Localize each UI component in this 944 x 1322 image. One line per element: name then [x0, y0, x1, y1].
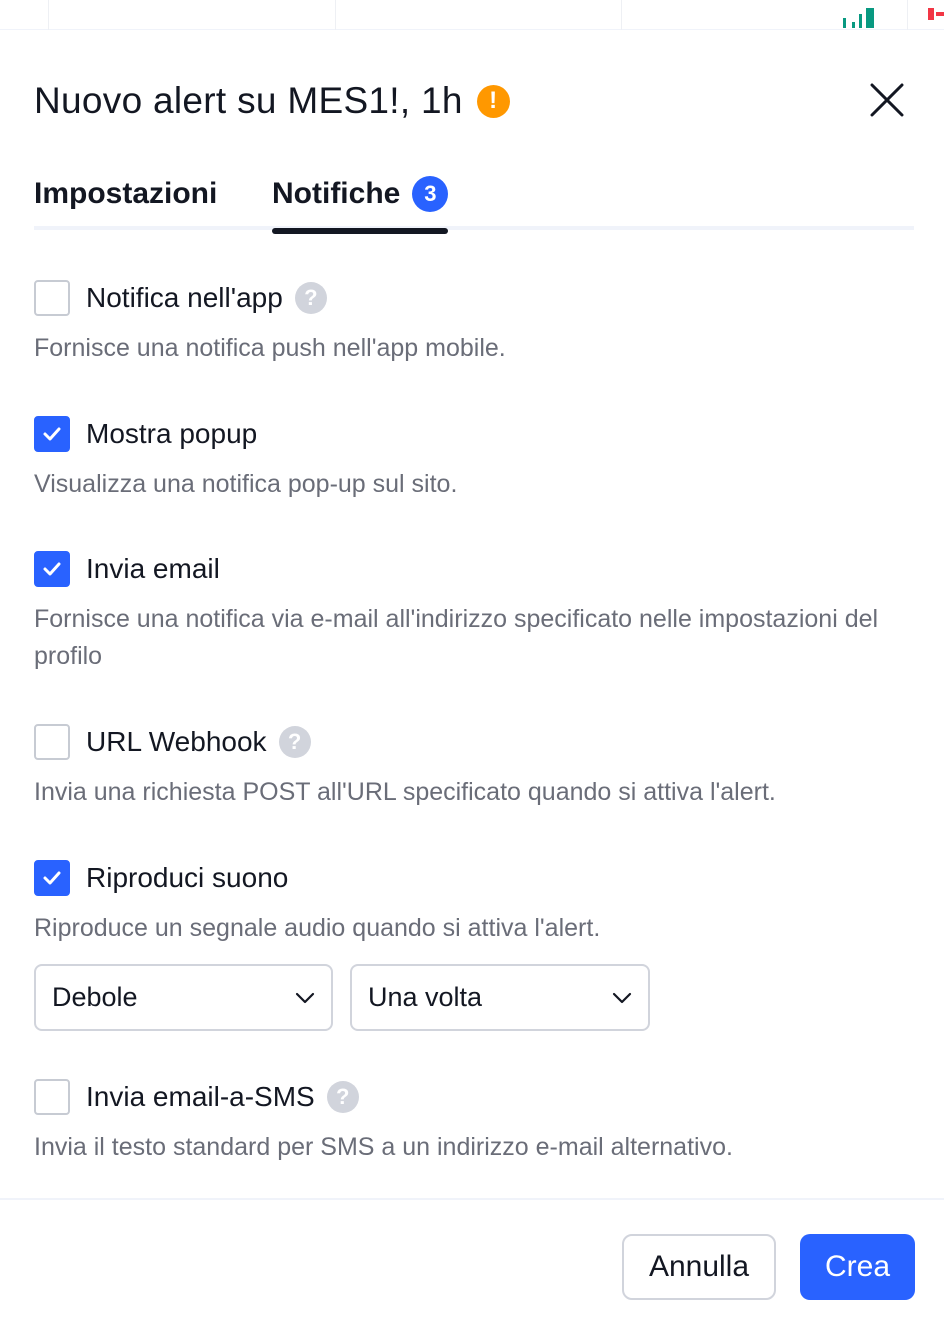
tab-bar: Impostazioni Notifiche 3: [34, 160, 914, 234]
option-label: Riproduci suono: [86, 862, 289, 893]
tab-impostazioni[interactable]: Impostazioni: [34, 170, 217, 218]
tab-label: Notifiche: [272, 177, 401, 210]
option-description: Invia il testo standard per SMS a un ind…: [34, 1133, 733, 1161]
chart-candle: [936, 12, 944, 16]
checkmark-icon: [43, 427, 61, 441]
email-to-sms-checkbox[interactable]: [34, 1079, 70, 1115]
send-email-checkbox[interactable]: [34, 551, 70, 587]
chart-candle: [866, 8, 874, 28]
help-icon[interactable]: ?: [278, 726, 311, 758]
help-icon[interactable]: ?: [294, 282, 327, 314]
chart-gridline: [907, 0, 908, 30]
chart-candle: [859, 14, 862, 28]
exclamation-icon[interactable]: !: [476, 84, 510, 118]
checkmark-icon: [43, 562, 61, 576]
option-webhook-url: URL Webhook ? Invia una richiesta POST a…: [34, 722, 914, 811]
option-description: Visualizza una notifica pop-up sul sito.: [34, 470, 458, 498]
show-popup-checkbox[interactable]: [34, 416, 70, 452]
option-app-notification: Notifica nell'app ? Fornisce una notific…: [34, 278, 914, 367]
option-send-email: Invia email Fornisce una notifica via e-…: [34, 549, 914, 675]
chevron-down-icon: [295, 992, 315, 1003]
create-alert-dialog: Nuovo alert su MES1!, 1h ! Impostazioni …: [0, 30, 944, 1322]
option-description: Fornisce una notifica via e-mail all'ind…: [34, 605, 879, 670]
chart-candle: [852, 22, 855, 28]
chart-gridline: [621, 0, 622, 30]
notification-count-badge: 3: [412, 176, 449, 212]
help-icon[interactable]: ?: [326, 1081, 359, 1113]
chart-candle: [843, 18, 846, 28]
option-label: Mostra popup: [86, 418, 258, 449]
sound-volume-select[interactable]: Debole: [34, 964, 333, 1031]
create-button[interactable]: Crea: [800, 1234, 915, 1300]
dialog-title: Nuovo alert su MES1!, 1h !: [34, 80, 510, 122]
cancel-button[interactable]: Annulla: [622, 1234, 776, 1300]
option-label: Notifica nell'app: [86, 282, 283, 313]
chart-background-strip: [0, 0, 944, 30]
option-description: Fornisce una notifica push nell'app mobi…: [34, 334, 506, 362]
select-value: Una volta: [368, 982, 483, 1012]
chart-gridline: [335, 0, 336, 30]
option-description: Riproduce un segnale audio quando si att…: [34, 914, 601, 942]
app-notification-checkbox[interactable]: [34, 280, 70, 316]
option-label: Invia email-a-SMS: [86, 1081, 315, 1112]
chart-candle: [928, 8, 934, 20]
webhook-url-checkbox[interactable]: [34, 724, 70, 760]
option-play-sound: Riproduci suono Riproduce un segnale aud…: [34, 858, 914, 947]
footer-divider: [0, 1198, 944, 1200]
tab-notifiche[interactable]: Notifiche 3: [272, 170, 449, 234]
option-email-to-sms: Invia email-a-SMS ? Invia il testo stand…: [34, 1077, 914, 1166]
dialog-title-text: Nuovo alert su MES1!, 1h: [34, 80, 463, 121]
close-icon: [870, 83, 904, 117]
tab-label: Impostazioni: [34, 177, 218, 210]
select-value: Debole: [52, 982, 138, 1012]
option-show-popup: Mostra popup Visualizza una notifica pop…: [34, 414, 914, 503]
option-description: Invia una richiesta POST all'URL specifi…: [34, 778, 776, 806]
close-button[interactable]: [862, 78, 912, 122]
option-label: URL Webhook: [86, 726, 267, 757]
option-label: Invia email: [86, 553, 220, 584]
sound-repeat-select[interactable]: Una volta: [350, 964, 650, 1031]
chart-gridline: [48, 0, 49, 30]
checkmark-icon: [43, 871, 61, 885]
chevron-down-icon: [612, 992, 632, 1003]
play-sound-checkbox[interactable]: [34, 860, 70, 896]
